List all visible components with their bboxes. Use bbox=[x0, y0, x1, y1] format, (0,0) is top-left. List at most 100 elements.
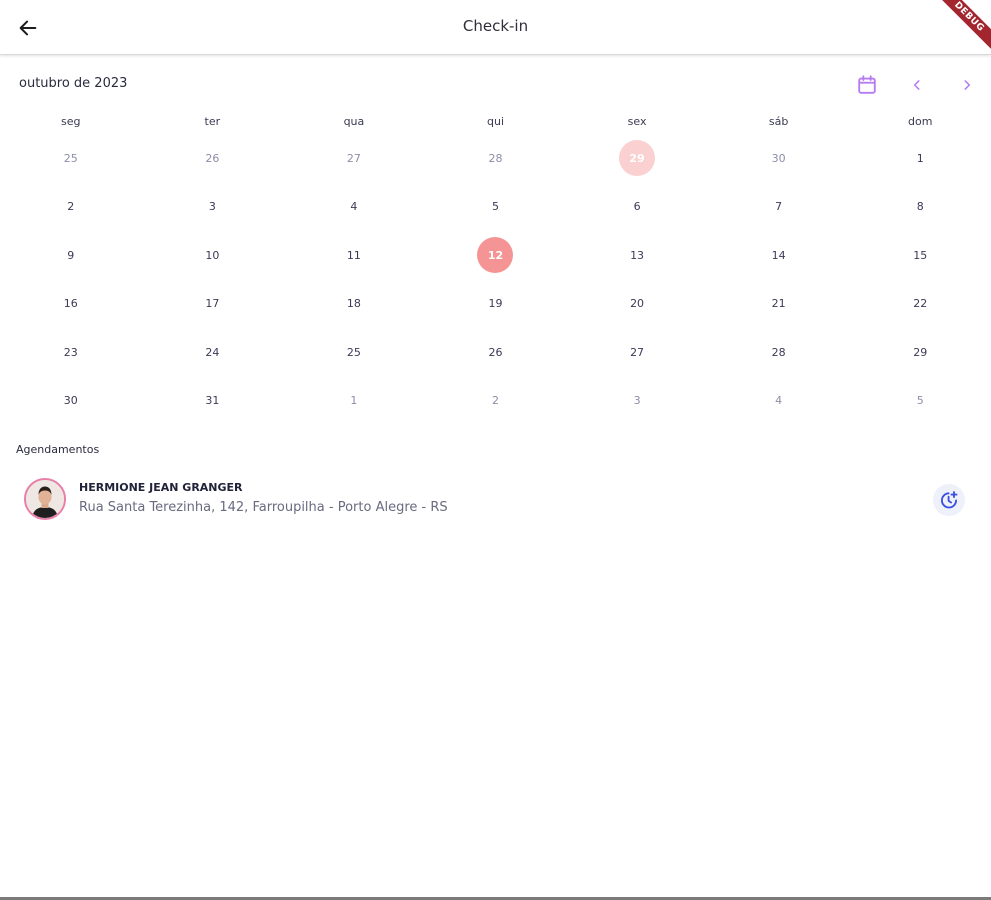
calendar-day[interactable]: 23 bbox=[0, 328, 142, 377]
calendar-day-number: 14 bbox=[771, 248, 786, 262]
calendar-day-number: 20 bbox=[630, 297, 645, 311]
calendar-day-number: 21 bbox=[771, 297, 786, 311]
calendar-day-number: 30 bbox=[63, 394, 78, 408]
clock-plus-icon bbox=[941, 491, 958, 509]
calendar-day[interactable]: 8 bbox=[849, 183, 991, 232]
weekday-label: seg bbox=[61, 115, 81, 128]
appointment-name: HERMIONE JEAN GRANGER bbox=[79, 481, 243, 494]
calendar-day-number: 25 bbox=[346, 345, 361, 359]
calendar-day[interactable]: 10 bbox=[142, 231, 284, 280]
calendar-day[interactable]: 30 bbox=[0, 377, 142, 426]
calendar-week-row: 9 10 11 12 13 14 15 bbox=[0, 231, 991, 280]
previous-month-button[interactable] bbox=[905, 73, 929, 97]
calendar-day[interactable]: 1 bbox=[283, 377, 425, 426]
calendar-day-number: 4 bbox=[350, 200, 358, 214]
app-bar: Check-in DEBUG bbox=[0, 0, 991, 58]
calendar-day[interactable]: 1 bbox=[849, 134, 991, 183]
calendar-picker-button[interactable] bbox=[854, 72, 880, 98]
calendar-day[interactable]: 26 bbox=[425, 328, 567, 377]
calendar-day[interactable]: 25 bbox=[283, 328, 425, 377]
calendar-day[interactable]: 25 bbox=[0, 134, 142, 183]
month-label: outubro de 2023 bbox=[19, 76, 128, 91]
calendar-week-row: 16 17 18 19 20 21 22 bbox=[0, 280, 991, 329]
weekday-label: dom bbox=[907, 115, 933, 128]
calendar-day-number: 5 bbox=[916, 394, 924, 408]
calendar-day-number: 8 bbox=[916, 200, 924, 214]
calendar-day[interactable]: 13 bbox=[566, 231, 708, 280]
calendar-day[interactable]: 19 bbox=[425, 280, 567, 329]
calendar-day[interactable]: 5 bbox=[425, 183, 567, 232]
calendar-day[interactable]: 6 bbox=[566, 183, 708, 232]
calendar-day-number: 28 bbox=[488, 151, 503, 165]
calendar-day-today[interactable]: 29 bbox=[566, 134, 708, 183]
calendar-day[interactable]: 15 bbox=[849, 231, 991, 280]
calendar-day[interactable]: 14 bbox=[708, 231, 850, 280]
calendar-day-number: 4 bbox=[775, 394, 783, 408]
calendar-day-number: 1 bbox=[916, 151, 924, 165]
calendar-day[interactable]: 9 bbox=[0, 231, 142, 280]
calendar-day[interactable]: 3 bbox=[566, 377, 708, 426]
calendar-day-number: 16 bbox=[63, 297, 78, 311]
page-title: Check-in bbox=[462, 17, 529, 35]
calendar-day[interactable]: 16 bbox=[0, 280, 142, 329]
calendar-day-number: 23 bbox=[63, 345, 78, 359]
chevron-right-icon bbox=[964, 80, 971, 90]
calendar-day-number: 29 bbox=[913, 345, 928, 359]
calendar-day-number: 29 bbox=[619, 140, 656, 177]
calendar-day[interactable]: 22 bbox=[849, 280, 991, 329]
weekday-label: ter bbox=[204, 115, 221, 128]
calendar-day-number: 25 bbox=[63, 151, 78, 165]
calendar-day-number: 3 bbox=[208, 200, 216, 214]
calendar-day[interactable]: 29 bbox=[849, 328, 991, 377]
calendar-day-number: 6 bbox=[633, 200, 641, 214]
calendar-day[interactable]: 2 bbox=[0, 183, 142, 232]
calendar-day[interactable]: 11 bbox=[283, 231, 425, 280]
weekday-header: seg ter qua qui sex sáb dom bbox=[0, 110, 991, 134]
calendar-day-selected[interactable]: 12 bbox=[425, 231, 567, 280]
calendar-day[interactable]: 28 bbox=[425, 134, 567, 183]
calendar-day-number: 31 bbox=[205, 394, 220, 408]
calendar-day[interactable]: 28 bbox=[708, 328, 850, 377]
calendar-day[interactable]: 4 bbox=[708, 377, 850, 426]
calendar-day[interactable]: 24 bbox=[142, 328, 284, 377]
checkin-button[interactable] bbox=[933, 484, 965, 516]
calendar-day[interactable]: 26 bbox=[142, 134, 284, 183]
calendar-day-number: 27 bbox=[346, 151, 361, 165]
calendar-day[interactable]: 17 bbox=[142, 280, 284, 329]
calendar-day-number: 10 bbox=[205, 248, 220, 262]
calendar-grid: seg ter qua qui sex sáb dom 25 26 27 28 29 30… bbox=[0, 110, 991, 425]
calendar-day[interactable]: 18 bbox=[283, 280, 425, 329]
calendar-day-number: 19 bbox=[488, 297, 503, 311]
calendar-day[interactable]: 30 bbox=[708, 134, 850, 183]
appointment-address: Rua Santa Terezinha, 142, Farroupilha - … bbox=[79, 500, 448, 515]
appointments-section-title: Agendamentos bbox=[16, 443, 100, 456]
calendar-day[interactable]: 7 bbox=[708, 183, 850, 232]
calendar-day[interactable]: 20 bbox=[566, 280, 708, 329]
calendar-day-number: 13 bbox=[630, 248, 645, 262]
calendar-weeks: 25 26 27 28 29 30 1 2 3 4 5 6 7 8 9 10 11 12 13 14 15 16 17 18 1… bbox=[0, 134, 991, 425]
calendar-day[interactable]: 27 bbox=[283, 134, 425, 183]
calendar-day-number: 26 bbox=[205, 151, 220, 165]
avatar bbox=[24, 478, 66, 520]
calendar-day-number: 11 bbox=[346, 248, 361, 262]
calendar-day[interactable]: 5 bbox=[849, 377, 991, 426]
calendar-icon bbox=[858, 75, 876, 94]
calendar-day-number: 24 bbox=[205, 345, 220, 359]
calendar-day-number: 3 bbox=[633, 394, 641, 408]
calendar-day[interactable]: 21 bbox=[708, 280, 850, 329]
calendar-day-number: 1 bbox=[350, 394, 358, 408]
calendar-day[interactable]: 27 bbox=[566, 328, 708, 377]
calendar-week-row: 2 3 4 5 6 7 8 bbox=[0, 183, 991, 232]
weekday-label: sex bbox=[627, 115, 647, 128]
calendar-day[interactable]: 3 bbox=[142, 183, 284, 232]
weekday-label: qua bbox=[343, 115, 365, 128]
weekday-label: qui bbox=[486, 115, 504, 128]
calendar-day[interactable]: 31 bbox=[142, 377, 284, 426]
calendar-day-number: 28 bbox=[771, 345, 786, 359]
appointment-card[interactable]: HERMIONE JEAN GRANGER Rua Santa Terezinh… bbox=[14, 470, 976, 528]
calendar-day[interactable]: 4 bbox=[283, 183, 425, 232]
next-month-button[interactable] bbox=[955, 73, 979, 97]
calendar-day-number: 5 bbox=[491, 200, 499, 214]
calendar-day[interactable]: 2 bbox=[425, 377, 567, 426]
calendar-day-number: 27 bbox=[630, 345, 645, 359]
